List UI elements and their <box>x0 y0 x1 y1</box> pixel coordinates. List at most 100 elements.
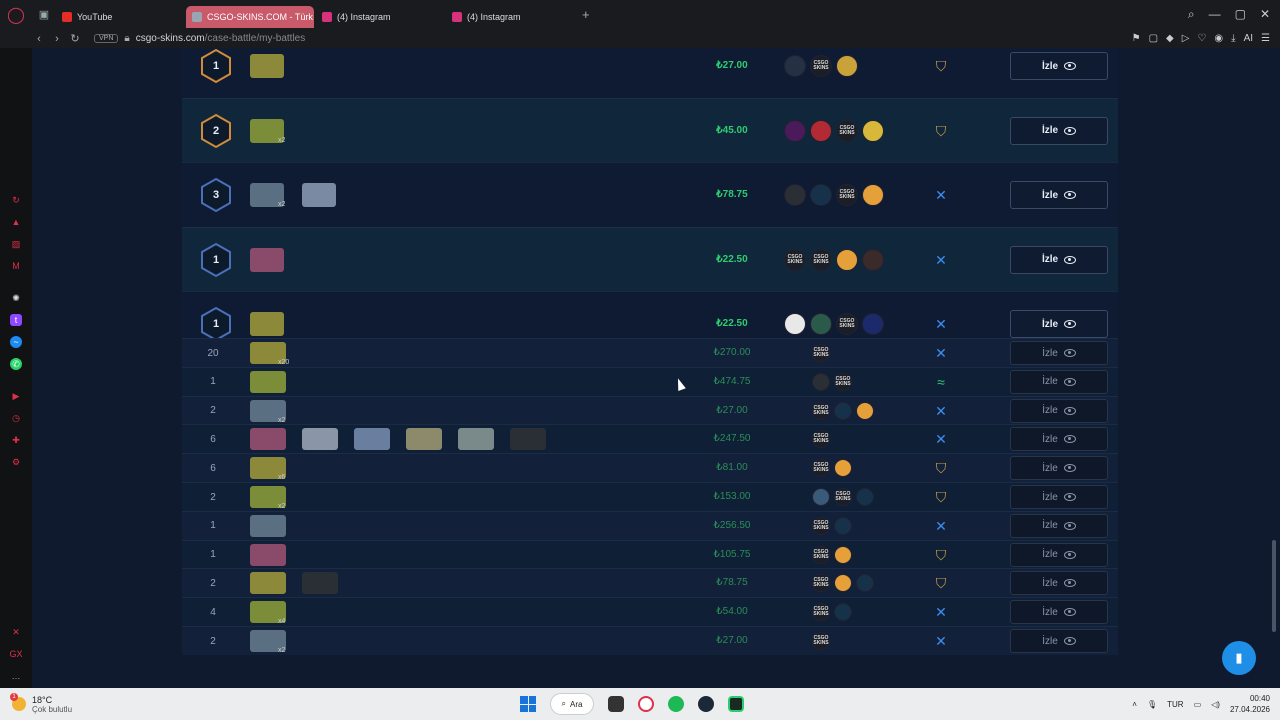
player-icon[interactable]: ▶ <box>10 390 22 402</box>
app-icon[interactable] <box>728 696 744 712</box>
browser-tab[interactable]: YouTube <box>56 6 184 28</box>
volume-icon[interactable]: ◁) <box>1211 700 1220 709</box>
player-avatar[interactable] <box>856 574 874 593</box>
player-avatar[interactable] <box>834 574 852 593</box>
twitch-icon[interactable]: t <box>10 314 22 326</box>
watch-battle-button[interactable]: İzle <box>1010 181 1108 209</box>
watch-battle-button[interactable]: İzle <box>1010 629 1108 653</box>
player-avatar[interactable]: CSGO SKINS <box>812 401 830 420</box>
battle-row[interactable]: 2 x2 ₺153.00 CSGO SKINS ⛉ İzle <box>182 482 1118 511</box>
watch-battle-button[interactable]: İzle <box>1010 485 1108 509</box>
player-avatar[interactable] <box>834 545 852 564</box>
opera-logo-icon[interactable]: ◯ <box>0 0 32 29</box>
player-avatar[interactable]: CSGO SKINS <box>812 459 830 478</box>
battle-row[interactable]: 6 ₺247.50 CSGO SKINS ✕ İzle <box>182 424 1118 454</box>
player-avatar[interactable] <box>810 184 832 206</box>
player-avatar[interactable]: CSGO SKINS <box>810 55 832 77</box>
new-tab-button[interactable]: + <box>582 7 598 22</box>
weather-widget[interactable]: 1 18°C Çok bulutlu <box>0 693 200 714</box>
battle-row[interactable]: 2 ₺78.75 CSGO SKINS ⛉ İzle <box>182 568 1118 598</box>
start-icon[interactable] <box>520 696 536 712</box>
shield-icon[interactable]: ◆ <box>1166 33 1174 44</box>
gx-icon[interactable]: GX <box>10 648 23 660</box>
watch-battle-button[interactable]: İzle <box>1010 52 1108 80</box>
forward-icon[interactable]: › <box>48 33 66 45</box>
battle-row[interactable]: 1 ₺474.75 CSGO SKINS ≈ İzle <box>182 366 1118 396</box>
browser-tab[interactable]: (4) Instagram <box>316 6 444 28</box>
microphone-icon[interactable]: 🎙︎ <box>1147 700 1157 709</box>
battle-row[interactable]: 1 ₺22.50 CSGO SKINS CSGO SKINS ✕ İzle <box>182 226 1118 291</box>
profile-icon[interactable]: ◉ <box>1214 33 1223 44</box>
player-avatar[interactable] <box>836 55 858 77</box>
player-avatar[interactable]: CSGO SKINS <box>810 248 832 271</box>
player-avatar[interactable] <box>834 401 852 420</box>
close-tab-icon[interactable]: ✕ <box>313 11 314 22</box>
player-avatar[interactable]: CSGO SKINS <box>836 313 858 335</box>
player-avatar[interactable] <box>836 248 858 271</box>
download-icon[interactable]: ⤓ <box>1231 33 1235 44</box>
watch-battle-button[interactable]: İzle <box>1010 542 1108 567</box>
taskbar-search[interactable]: ⌕ Ara <box>550 693 594 715</box>
url-field[interactable]: csgo-skins.com/case-battle/my-battles <box>136 33 306 44</box>
watch-battle-button[interactable]: İzle <box>1010 456 1108 481</box>
network-icon[interactable]: ▭ <box>1194 700 1202 709</box>
player-avatar[interactable] <box>862 119 884 142</box>
player-avatar[interactable]: CSGO SKINS <box>812 344 830 362</box>
player-avatar[interactable]: CSGO SKINS <box>812 632 830 650</box>
maximize-icon[interactable]: ▢ <box>1235 7 1246 22</box>
battle-row[interactable]: 1 ₺105.75 CSGO SKINS ⛉ İzle <box>182 539 1118 569</box>
live-chat-button[interactable]: ▮ <box>1222 641 1256 675</box>
watch-battle-button[interactable]: İzle <box>1010 600 1108 625</box>
player-avatar[interactable]: CSGO SKINS <box>812 545 830 564</box>
tray-chevron-icon[interactable]: ˄ <box>1132 700 1137 709</box>
player-avatar[interactable]: CSGO SKINS <box>784 248 806 271</box>
player-avatar[interactable] <box>784 55 806 77</box>
browser-tab[interactable]: CSGO-SKINS.COM - Türk✕ <box>186 5 314 28</box>
player-avatar[interactable] <box>856 401 874 420</box>
player-avatar[interactable]: CSGO SKINS <box>834 372 852 391</box>
back-icon[interactable]: ‹ <box>30 33 48 45</box>
play-icon[interactable]: ▷ <box>1182 33 1190 44</box>
watch-battle-button[interactable]: İzle <box>1010 398 1108 423</box>
crypto-icon[interactable]: ▲ <box>10 216 22 228</box>
heart-icon[interactable]: ♡ <box>1197 33 1206 44</box>
player-avatar[interactable] <box>862 184 884 206</box>
battle-row[interactable]: 1 ₺256.50 CSGO SKINS ✕ İzle <box>182 510 1118 540</box>
watch-battle-button[interactable]: İzle <box>1010 116 1108 145</box>
snapshot-icon[interactable]: ▢ <box>1149 33 1158 44</box>
battle-row[interactable]: 2 x2 ₺45.00 CSGO SKINS ⛉ İzle <box>182 97 1118 162</box>
player-avatar[interactable]: CSGO SKINS <box>812 430 830 449</box>
clock[interactable]: 00:40 27.04.2026 <box>1230 693 1270 715</box>
reload-icon[interactable]: ↻ <box>66 32 84 45</box>
gx-control-icon[interactable]: ✕ <box>10 626 22 638</box>
task-view-icon[interactable] <box>608 696 624 712</box>
watch-battle-button[interactable]: İzle <box>1010 571 1108 596</box>
mail-icon[interactable]: M <box>10 260 22 272</box>
search-tabs-icon[interactable]: ⌕ <box>1188 7 1195 22</box>
player-avatar[interactable] <box>834 516 852 535</box>
battle-row[interactable]: 1 ₺27.00 CSGO SKINS ⛉ İzle <box>182 48 1118 97</box>
menu-icon[interactable]: ☰ <box>1261 33 1270 44</box>
player-avatar[interactable] <box>862 248 884 271</box>
player-avatar[interactable] <box>784 119 806 142</box>
steam-icon[interactable] <box>698 696 714 712</box>
player-avatar[interactable] <box>834 603 852 622</box>
watch-battle-button[interactable]: İzle <box>1010 513 1108 538</box>
battle-row[interactable]: 2 x2 ₺27.00 CSGO SKINS ✕ İzle <box>182 395 1118 425</box>
player-avatar[interactable]: CSGO SKINS <box>812 574 830 593</box>
battle-row[interactable]: 6 x6 ₺81.00 CSGO SKINS ⛉ İzle <box>182 453 1118 483</box>
battle-row[interactable]: 3 x2 ₺78.75 CSGO SKINS ✕ İzle <box>182 162 1118 226</box>
extensions-icon[interactable]: ✚ <box>10 434 22 446</box>
player-avatar[interactable] <box>784 184 806 206</box>
spotify-icon[interactable] <box>668 696 684 712</box>
player-avatar[interactable] <box>862 313 884 335</box>
watch-battle-button[interactable]: İzle <box>1010 310 1108 338</box>
more-icon[interactable]: … <box>10 670 22 682</box>
player-avatar[interactable]: CSGO SKINS <box>812 516 830 535</box>
player-avatar[interactable]: CSGO SKINS <box>836 184 858 206</box>
player-avatar[interactable]: CSGO SKINS <box>836 119 858 142</box>
aria-ai-button[interactable]: AI <box>1244 33 1253 44</box>
watch-battle-button[interactable]: İzle <box>1010 427 1108 452</box>
whatsapp-icon[interactable]: ✆ <box>10 358 22 370</box>
player-avatar[interactable]: CSGO SKINS <box>834 488 852 506</box>
